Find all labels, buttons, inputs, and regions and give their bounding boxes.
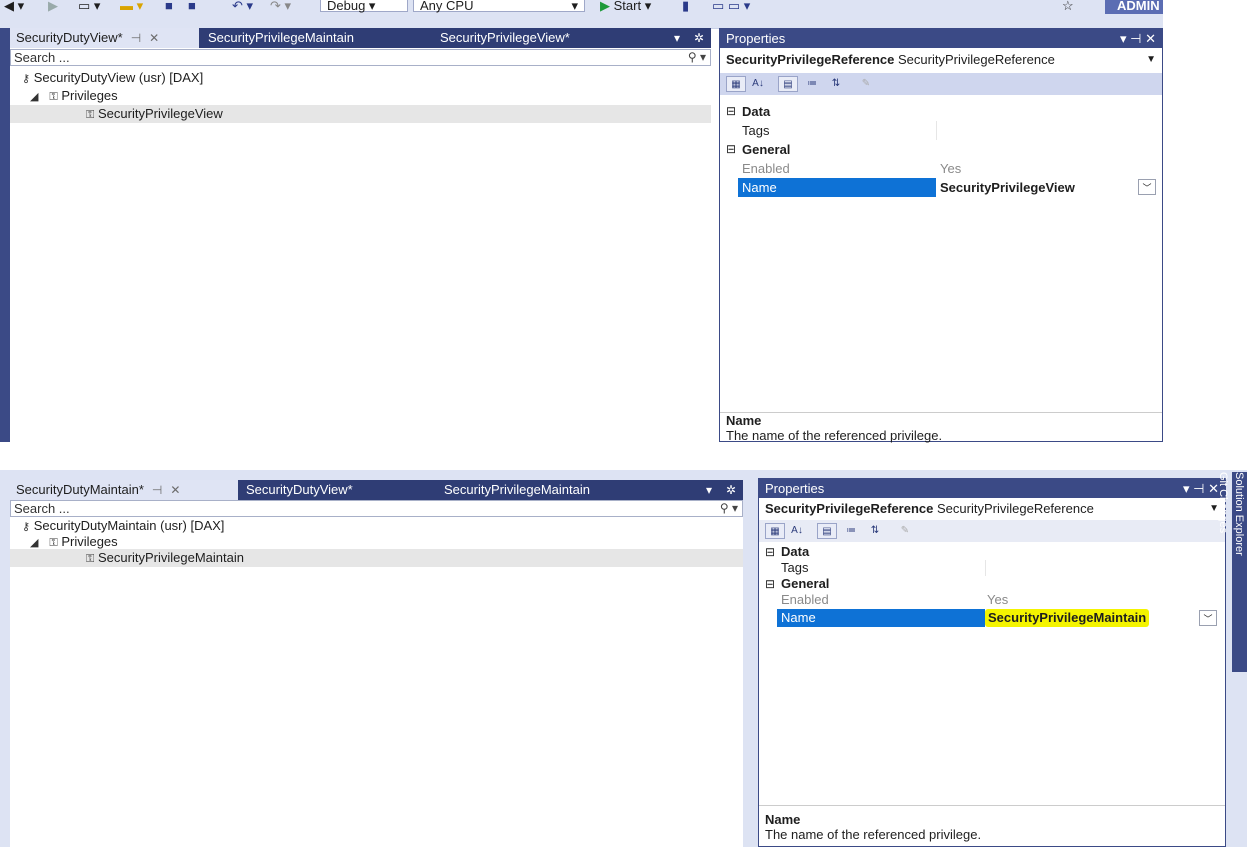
tab-security-privilege-view[interactable]: SecurityPrivilegeView* [434,28,654,48]
duty-icon: ⚷ [22,521,31,533]
save-all-icon[interactable]: ■ [188,0,196,12]
property-enabled[interactable]: Enabled Yes [720,159,1162,178]
user-badge[interactable]: ADMIN [1105,0,1163,14]
chevron-down-icon[interactable]: ﹀ [1138,179,1156,195]
tab-security-duty-view[interactable]: SecurityDutyView* [240,480,430,500]
wrench-icon[interactable]: ✎ [856,76,876,92]
main-toolbar: ◀ ▾ ▶ ▭ ▾ ▬ ▾ ■ ■ ↶ ▾ ↷ ▾ Debug ▾ Any CP… [0,0,1163,29]
name-value[interactable]: SecurityPrivilegeMaintain [985,609,1150,627]
properties-title-bar: Properties ▾ ⊣ ✕ [759,479,1225,498]
key-icon: ⚿ [86,553,95,565]
toolbar-extra-icon[interactable]: ▭ ▭ ▾ [712,0,750,12]
properties-toolbar: ▦ A↓ ▤ ≔ ⇅ ✎ [759,520,1225,542]
tab-security-duty-view[interactable]: SecurityDutyView* ⊣ ✕ [10,28,199,48]
designer-tree: ⚷ SecurityDutyMaintain (usr) [DAX] ◢ ⚿ P… [10,517,743,847]
undo-icon[interactable]: ↶ ▾ [232,0,253,12]
tab-security-privilege-maintain[interactable]: SecurityPrivilegeMaintain [438,480,668,500]
category-data[interactable]: ⊟ Data [720,102,1162,121]
document-tabbar: SecurityDutyView* ⊣ ✕ SecurityPrivilegeMai… [10,28,711,48]
new-project-icon[interactable]: ▭ ▾ [78,0,100,12]
sort-icon[interactable]: ⇅ [826,76,846,92]
properties-panel: Properties ▾ ⊣ ✕ SecurityPrivilegeRefere… [758,478,1226,847]
collapse-icon[interactable]: ⊟ [765,576,775,592]
search-icon[interactable]: ⚲ ▾ [688,50,706,65]
wrench-icon[interactable]: ✎ [895,523,915,539]
description-pane: Name The name of the referenced privileg… [720,412,1162,443]
key-icon: ⚿ [49,91,58,103]
tree-leaf-node[interactable]: ⚿ SecurityPrivilegeMaintain [10,549,743,567]
search-icon[interactable]: ⚲ ▾ [720,501,738,516]
left-toolwindow-strip [0,28,10,442]
expand-icon[interactable]: ◢ [30,88,38,106]
back-icon[interactable]: ◀ ▾ [4,0,24,12]
chevron-down-icon[interactable]: ▼ [1146,50,1156,70]
tree-leaf-node[interactable]: ⚿ SecurityPrivilegeView [10,105,711,123]
category-general[interactable]: ⊟ General [759,576,1225,592]
properties-toolbar: ▦ A↓ ▤ ≔ ⇅ ✎ [720,73,1162,95]
save-icon[interactable]: ■ [165,0,173,12]
collapse-icon[interactable]: ⊟ [726,102,736,121]
duty-icon: ⚷ [22,73,31,85]
designer-tree: ⚷ SecurityDutyView (usr) [DAX] ◢ ⚿ Privi… [10,67,711,442]
alphabetical-icon[interactable]: A↓ [787,523,807,539]
events-icon[interactable]: ≔ [802,76,822,92]
gear-icon[interactable]: ✲ [726,480,736,500]
close-icon[interactable]: ✕ [149,28,159,48]
start-button[interactable]: ▶ Start ▾ [600,0,651,12]
collapse-icon[interactable]: ⊟ [765,544,775,560]
description-text: The name of the referenced privilege. [726,428,943,443]
category-data[interactable]: ⊟ Data [759,544,1225,560]
name-value[interactable]: SecurityPrivilegeView [940,178,1075,197]
redo-icon[interactable]: ↷ ▾ [270,0,291,12]
collapse-icon[interactable]: ⊟ [726,140,736,159]
property-tags[interactable]: Tags [759,560,1225,576]
open-folder-icon[interactable]: ▬ ▾ [120,0,143,12]
forward-icon[interactable]: ▶ [48,0,58,12]
categorized-icon[interactable]: ▦ [765,523,785,539]
platform-dropdown[interactable]: Any CPU ▾ [413,0,585,12]
configuration-dropdown[interactable]: Debug ▾ [320,0,408,12]
side-tab-git-changes[interactable]: Git Changes [1215,472,1231,572]
tree-root-node[interactable]: ⚷ SecurityDutyView (usr) [DAX] [22,69,203,87]
description-text: The name of the referenced privilege. [765,827,982,842]
pin-icon[interactable]: ⊣ [131,28,141,48]
tab-security-duty-maintain[interactable]: SecurityDutyMaintain* ⊣ ✕ [10,480,238,500]
events-icon[interactable]: ≔ [841,523,861,539]
search-input[interactable]: Search ... ⚲ ▾ [10,49,711,66]
diagnostics-icon[interactable]: ▮ [682,0,689,12]
sort-icon[interactable]: ⇅ [865,523,885,539]
description-pane: Name The name of the referenced privileg… [759,805,1225,847]
gear-icon[interactable]: ✲ [694,28,704,48]
search-input[interactable]: Search ... ⚲ ▾ [10,500,743,517]
pin-icon[interactable]: ⊣ [152,480,162,500]
notifications-icon[interactable]: ☆ [1062,0,1074,12]
chevron-down-icon[interactable]: ﹀ [1199,610,1217,626]
properties-title-bar: Properties ▾ ⊣ ✕ [720,29,1162,48]
property-name[interactable]: Name SecurityPrivilegeMaintain ﹀ [759,609,1225,627]
category-general[interactable]: ⊟ General [720,140,1162,159]
right-toolwindow-strip: Solution Explorer Git Changes [1217,472,1247,672]
alphabetical-icon[interactable]: A↓ [748,76,768,92]
key-icon: ⚿ [86,109,95,121]
description-title: Name [726,413,762,428]
side-tab-solution-explorer[interactable]: Solution Explorer [1231,472,1247,572]
property-tags[interactable]: Tags [720,121,1162,140]
properties-icon[interactable]: ▤ [778,76,798,92]
tab-security-privilege-maintain[interactable]: SecurityPrivilegeMaintain [202,28,430,48]
window-controls[interactable]: ▾ ⊣ ✕ [1120,29,1156,48]
object-selector[interactable]: SecurityPrivilegeReference SecurityPrivi… [720,50,1162,70]
categorized-icon[interactable]: ▦ [726,76,746,92]
tab-overflow-icon[interactable]: ▾ [706,480,712,500]
window-controls[interactable]: ▾ ⊣ ✕ [1183,479,1219,498]
description-title: Name [765,812,801,827]
property-name[interactable]: Name SecurityPrivilegeView ﹀ [720,178,1162,197]
properties-icon[interactable]: ▤ [817,523,837,539]
properties-panel: Properties ▾ ⊣ ✕ SecurityPrivilegeRefere… [719,28,1163,443]
tab-overflow-icon[interactable]: ▾ [674,28,680,48]
close-icon[interactable]: ✕ [170,480,180,500]
property-enabled[interactable]: Enabled Yes [759,592,1225,608]
document-tabbar: SecurityDutyMaintain* ⊣ ✕ SecurityDutyView… [10,480,743,500]
tree-privileges-node[interactable]: ◢ ⚿ Privileges [30,87,118,105]
object-selector[interactable]: SecurityPrivilegeReference SecurityPrivi… [759,499,1225,519]
